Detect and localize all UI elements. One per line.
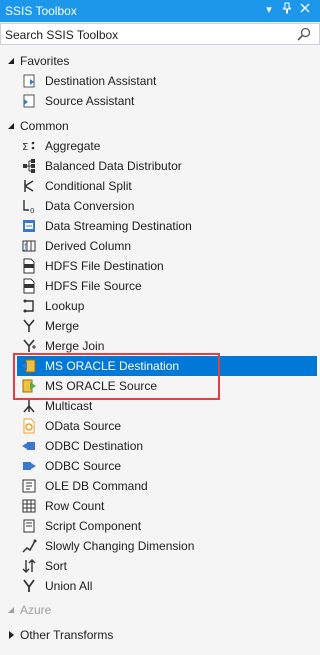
- item-label: ODBC Source: [45, 459, 122, 473]
- chevron-down-icon[interactable]: ▾: [262, 2, 276, 18]
- destination-assistant-icon: [23, 74, 35, 88]
- group-label: Other Transforms: [20, 628, 114, 642]
- toolbox-item-ms-oracle-destination[interactable]: MS ORACLE Destination: [17, 356, 317, 376]
- toolbox-item-sort[interactable]: Sort: [0, 556, 320, 576]
- toolbox-item-slowly-changing-dimension[interactable]: Slowly Changing Dimension: [0, 536, 320, 556]
- toolbox-item-data-conversion[interactable]: 0 Data Conversion: [0, 196, 320, 216]
- odbc-source-icon: [23, 462, 36, 470]
- item-label: Row Count: [45, 499, 105, 513]
- toolbox-item-merge[interactable]: Merge: [0, 316, 320, 336]
- merge-icon: [23, 319, 35, 332]
- search-icon[interactable]: [297, 27, 311, 41]
- svg-text:0: 0: [30, 207, 34, 214]
- item-label: Aggregate: [45, 139, 101, 153]
- item-label: Data Conversion: [45, 199, 135, 213]
- balanced-data-distributor-icon: [23, 159, 35, 173]
- toolbox-item-source-assistant[interactable]: Source Assistant: [0, 91, 320, 111]
- svg-text:ƒ: ƒ: [23, 242, 27, 251]
- union-all-icon: [23, 579, 35, 592]
- source-assistant-icon: [23, 94, 35, 108]
- item-label: Derived Column: [45, 239, 132, 253]
- search-box[interactable]: Search SSIS Toolbox: [0, 23, 320, 45]
- collapse-triangle-icon[interactable]: [6, 121, 16, 131]
- group-favorites[interactable]: Favorites: [0, 51, 320, 71]
- toolbox-item-union-all[interactable]: Union All: [0, 576, 320, 596]
- item-label: Sort: [45, 559, 68, 573]
- toolbox-item-aggregate[interactable]: Σ Aggregate: [0, 136, 320, 156]
- item-label: Balanced Data Distributor: [45, 159, 182, 173]
- toolbox-item-script-component[interactable]: Script Component: [0, 516, 320, 536]
- toolbox-item-derived-column[interactable]: ƒ Derived Column: [0, 236, 320, 256]
- toolbox-item-odata-source[interactable]: OData Source: [0, 416, 320, 436]
- panel-title: SSIS Toolbox: [5, 4, 77, 18]
- group-label: Favorites: [20, 54, 70, 68]
- data-streaming-destination-icon: [23, 220, 35, 232]
- toolbox-item-ole-db-command[interactable]: OLE DB Command: [0, 476, 320, 496]
- group-azure[interactable]: Azure: [0, 600, 320, 620]
- hdfs-file-destination-icon: [23, 258, 35, 274]
- toolbox-item-balanced-data-distributor[interactable]: Balanced Data Distributor: [0, 156, 320, 176]
- odbc-destination-icon: [22, 442, 35, 450]
- item-label: HDFS File Destination: [45, 259, 164, 273]
- toolbox-item-conditional-split[interactable]: Conditional Split: [0, 176, 320, 196]
- item-label: Merge: [45, 319, 80, 333]
- item-label: MS ORACLE Destination: [45, 359, 180, 373]
- group-other-transforms[interactable]: Other Transforms: [0, 625, 320, 645]
- item-label: Source Assistant: [45, 94, 135, 108]
- item-label: Merge Join: [45, 339, 105, 353]
- oracle-source-icon: [22, 379, 36, 393]
- toolbox-item-data-streaming-destination[interactable]: Data Streaming Destination: [0, 216, 320, 236]
- data-conversion-icon: 0: [23, 200, 34, 214]
- group-label: Common: [20, 119, 69, 133]
- toolbox-item-destination-assistant[interactable]: Destination Assistant: [0, 71, 320, 91]
- item-label: ODBC Destination: [45, 439, 144, 453]
- slowly-changing-dimension-icon: [22, 539, 37, 553]
- item-label: OLE DB Command: [45, 479, 148, 493]
- toolbox-item-ms-oracle-source[interactable]: MS ORACLE Source: [0, 376, 320, 396]
- search-input[interactable]: Search SSIS Toolbox: [5, 28, 118, 42]
- expand-triangle-icon[interactable]: [6, 630, 16, 640]
- toolbox-item-hdfs-file-destination[interactable]: HDFS File Destination: [0, 256, 320, 276]
- item-label: MS ORACLE Source: [45, 379, 158, 393]
- pin-icon[interactable]: [280, 2, 294, 18]
- group-common[interactable]: Common: [0, 116, 320, 136]
- toolbox-item-row-count[interactable]: Row Count: [0, 496, 320, 516]
- item-label: Slowly Changing Dimension: [45, 539, 195, 553]
- toolbox-item-hdfs-file-source[interactable]: HDFS File Source: [0, 276, 320, 296]
- item-label: Union All: [45, 579, 93, 593]
- item-label: Conditional Split: [45, 179, 132, 193]
- item-label: Data Streaming Destination: [45, 219, 192, 233]
- aggregate-icon: Σ: [22, 141, 35, 153]
- oracle-destination-icon: [22, 359, 36, 373]
- toolbox-item-merge-join[interactable]: Merge Join: [0, 336, 320, 356]
- merge-join-icon: [23, 339, 36, 352]
- close-icon[interactable]: [298, 2, 312, 18]
- multicast-icon: [23, 400, 35, 413]
- row-count-icon: [22, 499, 36, 513]
- item-label: Destination Assistant: [45, 74, 157, 88]
- sort-icon: [22, 559, 36, 573]
- collapse-triangle-icon[interactable]: [6, 605, 16, 615]
- conditional-split-icon: [24, 180, 34, 192]
- toolbox-title-bar: SSIS Toolbox ▾: [0, 0, 320, 22]
- odata-source-icon: [23, 418, 35, 434]
- item-label: Script Component: [45, 519, 142, 533]
- lookup-icon: [23, 299, 34, 313]
- item-label: Multicast: [45, 399, 93, 413]
- item-label: OData Source: [45, 419, 122, 433]
- derived-column-icon: ƒ: [22, 240, 36, 252]
- item-label: Lookup: [45, 299, 85, 313]
- script-component-icon: [23, 519, 35, 533]
- toolbox-item-odbc-destination[interactable]: ODBC Destination: [0, 436, 320, 456]
- toolbox-item-odbc-source[interactable]: ODBC Source: [0, 456, 320, 476]
- item-label: HDFS File Source: [45, 279, 142, 293]
- svg-text:Σ: Σ: [22, 142, 28, 153]
- toolbox-item-lookup[interactable]: Lookup: [0, 296, 320, 316]
- group-label: Azure: [20, 603, 52, 617]
- ole-db-command-icon: [22, 479, 36, 493]
- hdfs-file-source-icon: [23, 278, 35, 294]
- toolbox-item-multicast[interactable]: Multicast: [0, 396, 320, 416]
- collapse-triangle-icon[interactable]: [6, 56, 16, 66]
